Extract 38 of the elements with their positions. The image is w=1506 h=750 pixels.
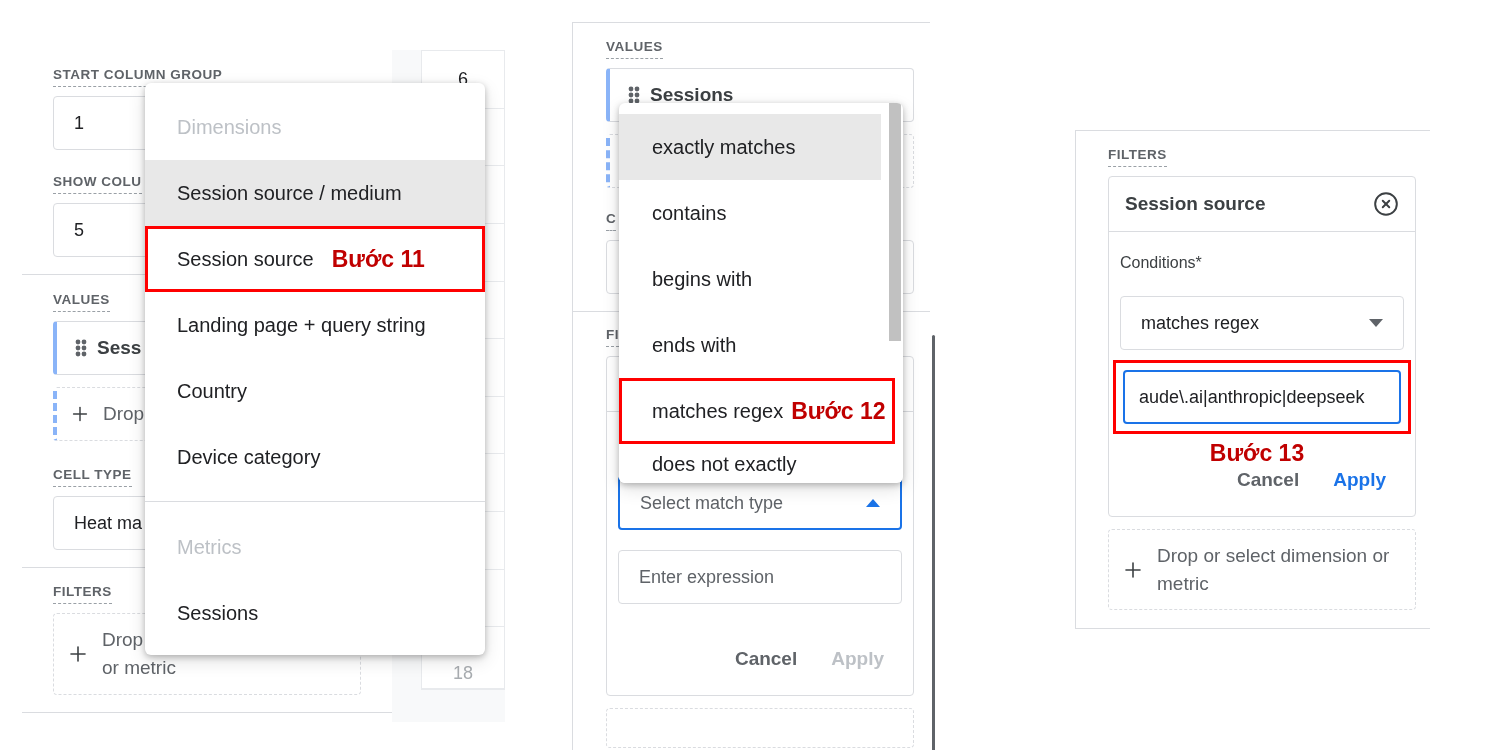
caret-up-icon [866,499,880,507]
menu-item[interactable]: does not exactly [619,444,881,483]
input-field[interactable]: aude\.ai|anthropic|deepseek [1123,370,1401,424]
apply-button[interactable]: Apply [1333,469,1386,491]
table-cell: 18 [453,663,474,685]
section-label: SHOW COLU [53,173,142,194]
menu-item[interactable]: Session source / medium [145,160,485,226]
input-field[interactable]: Enter expression [618,550,902,604]
drag-handle-icon[interactable] [75,339,87,357]
conditions-label: Conditions* [1120,254,1203,272]
section-label: FILTERS [1108,146,1167,167]
cancel-button[interactable]: Cancel [734,648,798,670]
step-annotation: Bước 11 [331,245,425,273]
scrollbar[interactable] [932,335,935,750]
menu-item[interactable]: Country [145,358,485,424]
section-label: VALUES [606,38,663,59]
menu-item[interactable]: Sessions [145,580,485,646]
section-label: VALUES [53,291,110,312]
drop-zone[interactable]: Drop or select dimension or metric [1108,529,1416,610]
menu-item[interactable]: exactly matches [619,114,881,180]
close-icon[interactable] [1373,191,1399,217]
menu-item[interactable]: matches regex Bước 12 [619,378,895,444]
menu-item[interactable]: Device category [145,424,485,490]
section-label: C [606,210,617,231]
select-field[interactable]: matches regex [1120,296,1404,350]
menu-heading: Metrics [176,534,243,560]
menu-heading: Dimensions [176,114,283,140]
step-annotation: Bước 12 [791,397,886,425]
menu-item[interactable]: Session source Bước 11 [145,226,485,292]
section-label: CELL TYPE [53,466,132,487]
section-label: FILTERS [53,583,112,604]
step-annotation: Bước 13 [1209,440,1305,467]
caret-down-icon [1369,319,1383,327]
drag-handle-icon[interactable] [628,86,640,104]
menu-item[interactable]: Landing page + query string [145,292,485,358]
scrollbar[interactable] [889,103,901,341]
cancel-button[interactable]: Cancel [1236,469,1300,491]
filter-title: Session source [1125,193,1266,215]
